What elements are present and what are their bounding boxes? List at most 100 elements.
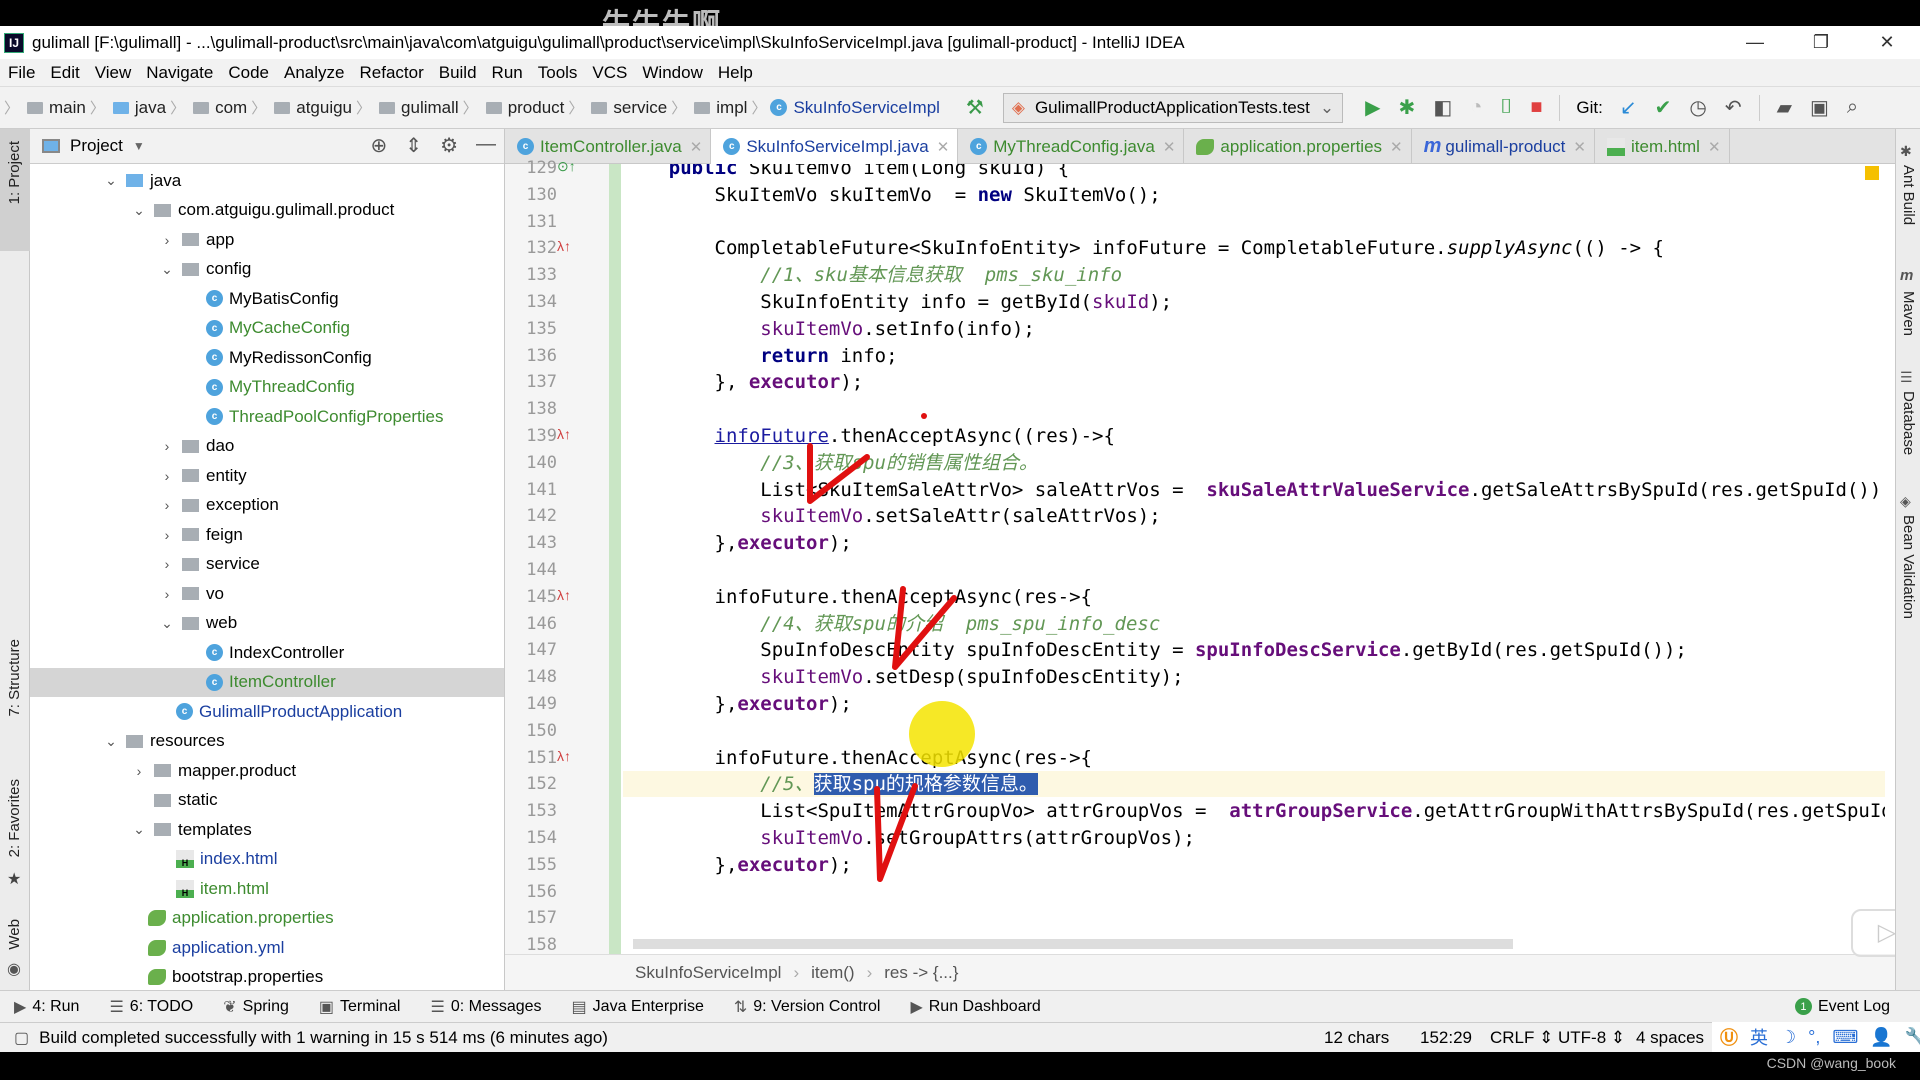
- chevron-right-icon[interactable]: ›: [158, 232, 176, 248]
- ime-lang[interactable]: 英: [1750, 1024, 1768, 1050]
- tree-item[interactable]: c MyBatisConfig: [30, 284, 504, 313]
- menu-tools[interactable]: Tools: [530, 63, 585, 83]
- bottom-tool-6-todo[interactable]: ☰ 6: TODO: [109, 997, 193, 1017]
- menu-window[interactable]: Window: [634, 63, 709, 83]
- inspection-status-icon[interactable]: [1865, 166, 1879, 180]
- tree-item[interactable]: c ItemController: [30, 667, 504, 697]
- tree-item[interactable]: ⌄ config: [30, 255, 504, 284]
- menu-build[interactable]: Build: [431, 63, 484, 83]
- chevron-right-icon[interactable]: ›: [158, 497, 176, 513]
- ime-logo-icon[interactable]: Ⓤ: [1720, 1024, 1738, 1050]
- tree-item[interactable]: › vo: [30, 579, 504, 608]
- crumb-method[interactable]: item(): [811, 963, 854, 983]
- coverage-icon[interactable]: ◧: [1433, 95, 1452, 120]
- tree-item[interactable]: bootstrap.properties: [30, 963, 504, 991]
- project-view-select[interactable]: Project: [70, 136, 123, 156]
- menu-edit[interactable]: Edit: [42, 63, 86, 83]
- bottom-tool-java-enterprise[interactable]: ▤ Java Enterprise: [572, 997, 704, 1017]
- chevron-down-icon[interactable]: ⌄: [130, 202, 148, 219]
- tree-item[interactable]: ⌄ web: [30, 609, 504, 638]
- indent-setting[interactable]: 4 spaces: [1636, 1028, 1704, 1048]
- breadcrumb-main[interactable]: 〉 main: [0, 97, 86, 118]
- run-configuration-select[interactable]: ◈ GulimallProductApplicationTests.test ⌄: [1002, 92, 1344, 123]
- web-tool-tab[interactable]: Web: [6, 919, 23, 950]
- caret-position[interactable]: 152:29: [1420, 1028, 1472, 1048]
- debug-icon[interactable]: ✱: [1399, 95, 1416, 120]
- tree-item[interactable]: static: [30, 786, 504, 815]
- tree-item[interactable]: application.yml: [30, 933, 504, 962]
- tree-item[interactable]: Hindex.html: [30, 845, 504, 874]
- locate-icon[interactable]: ⊕: [371, 133, 388, 158]
- wrench-icon[interactable]: 🔧: [1905, 1027, 1920, 1048]
- close-button[interactable]: ✕: [1854, 26, 1920, 59]
- collapse-all-icon[interactable]: ⇕: [405, 133, 422, 158]
- tree-item[interactable]: › feign: [30, 520, 504, 549]
- menu-analyze[interactable]: Analyze: [276, 63, 351, 83]
- tree-item[interactable]: c IndexController: [30, 638, 504, 667]
- run-icon[interactable]: ▶: [1365, 95, 1380, 120]
- breadcrumb-java[interactable]: 〉 java: [86, 97, 166, 118]
- attach-debugger-icon[interactable]: ⌷: [1500, 96, 1512, 119]
- chevron-right-icon[interactable]: ›: [158, 438, 176, 454]
- chevron-right-icon[interactable]: ›: [130, 763, 148, 779]
- bottom-tool-run-dashboard[interactable]: ▶ Run Dashboard: [910, 997, 1040, 1017]
- menu-view[interactable]: View: [87, 63, 139, 83]
- tree-item[interactable]: › entity: [30, 461, 504, 490]
- menu-code[interactable]: Code: [220, 63, 276, 83]
- horizontal-scrollbar[interactable]: [633, 939, 1513, 949]
- bottom-tool-terminal[interactable]: ▣ Terminal: [319, 997, 401, 1017]
- tree-item[interactable]: › app: [30, 225, 504, 254]
- breadcrumb-impl[interactable]: 〉 impl: [667, 97, 747, 118]
- chevron-down-icon[interactable]: ⌄: [158, 615, 176, 632]
- menu-file[interactable]: File: [0, 63, 42, 83]
- ant-build-tab[interactable]: Ant Build: [1900, 165, 1917, 225]
- event-log-button[interactable]: 1 Event Log: [1794, 998, 1890, 1016]
- chevron-down-icon[interactable]: ▼: [133, 139, 145, 153]
- database-tab[interactable]: Database: [1900, 391, 1917, 455]
- chevron-right-icon[interactable]: ›: [158, 468, 176, 484]
- bean-validation-tab[interactable]: Bean Validation: [1900, 515, 1917, 619]
- restore-button[interactable]: ❐: [1788, 26, 1854, 59]
- profile-icon[interactable]: ◔: [1470, 96, 1482, 119]
- moon-icon[interactable]: ☽: [1780, 1027, 1796, 1048]
- status-toggle-icon[interactable]: ▢: [14, 1028, 29, 1048]
- tree-item[interactable]: Hitem.html: [30, 874, 504, 903]
- bottom-tool-4-run[interactable]: ▶ 4: Run: [14, 997, 79, 1017]
- tree-item[interactable]: ⌄ java: [30, 166, 504, 195]
- status-message[interactable]: Build completed successfully with 1 warn…: [39, 1028, 608, 1048]
- chevron-down-icon[interactable]: ⌄: [158, 261, 176, 278]
- git-history-icon[interactable]: ◷: [1689, 95, 1706, 120]
- search-icon[interactable]: ⌕: [1847, 96, 1858, 119]
- file-encoding[interactable]: UTF-8 ⇕: [1558, 1028, 1625, 1048]
- line-separator[interactable]: CRLF ⇕: [1490, 1028, 1553, 1048]
- bottom-tool-0-messages[interactable]: ☰ 0: Messages: [430, 997, 541, 1017]
- tree-item[interactable]: c MyThreadConfig: [30, 373, 504, 402]
- tree-item[interactable]: ⌄ templates: [30, 815, 504, 844]
- run-anything-icon[interactable]: ▣: [1810, 95, 1829, 120]
- breadcrumb-atguigu[interactable]: 〉 atguigu: [247, 97, 352, 118]
- tree-item[interactable]: › mapper.product: [30, 756, 504, 785]
- chevron-down-icon[interactable]: ⌄: [130, 821, 148, 838]
- maven-tab[interactable]: Maven: [1900, 291, 1917, 336]
- breadcrumb-gulimall[interactable]: 〉 gulimall: [352, 97, 459, 118]
- menu-vcs[interactable]: VCS: [584, 63, 634, 83]
- build-hammer-icon[interactable]: ⚒: [966, 95, 984, 120]
- favorites-tool-tab[interactable]: 2: Favorites: [6, 779, 23, 857]
- minimize-button[interactable]: —: [1722, 26, 1788, 59]
- project-tool-tab[interactable]: 1: Project: [0, 129, 30, 251]
- gear-icon[interactable]: ⚙: [440, 133, 458, 158]
- menu-navigate[interactable]: Navigate: [138, 63, 220, 83]
- stop-icon[interactable]: ■: [1530, 96, 1542, 119]
- tree-item[interactable]: › dao: [30, 432, 504, 461]
- chevron-down-icon[interactable]: ⌄: [102, 733, 120, 750]
- menu-refactor[interactable]: Refactor: [351, 63, 430, 83]
- menu-help[interactable]: Help: [710, 63, 760, 83]
- tree-item[interactable]: c MyCacheConfig: [30, 314, 504, 343]
- tree-item[interactable]: › exception: [30, 491, 504, 520]
- git-update-icon[interactable]: ↙: [1620, 95, 1637, 120]
- user-icon[interactable]: 👤: [1870, 1027, 1892, 1048]
- tree-item[interactable]: application.properties: [30, 904, 504, 933]
- keyboard-icon[interactable]: ⌨: [1832, 1027, 1858, 1048]
- tree-item[interactable]: › service: [30, 550, 504, 579]
- bottom-tool-9-version-control[interactable]: ⇅ 9: Version Control: [734, 997, 881, 1017]
